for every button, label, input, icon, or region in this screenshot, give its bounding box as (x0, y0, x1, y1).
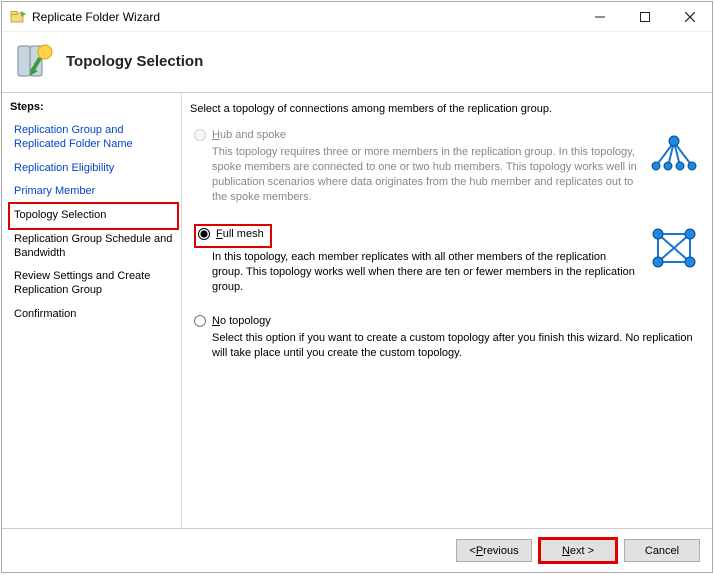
steps-sidebar: Steps: Replication Group and Replicated … (2, 93, 182, 528)
wizard-folder-icon (10, 9, 26, 25)
page-title: Topology Selection (66, 53, 203, 70)
radio-full-mesh[interactable] (198, 228, 210, 240)
steps-heading: Steps: (10, 101, 177, 113)
close-button[interactable] (667, 2, 712, 31)
no-topology-description: Select this option if you want to create… (194, 331, 700, 361)
step-schedule-bandwidth[interactable]: Replication Group Schedule and Bandwidth (10, 228, 177, 266)
topology-options: Hub and spoke This topology requires thr… (190, 129, 700, 377)
maximize-button[interactable] (622, 2, 667, 31)
instruction-text: Select a topology of connections among m… (190, 103, 700, 115)
radio-hub-label: Hub and spoke (212, 129, 286, 141)
previous-button[interactable]: < Previous (456, 539, 532, 562)
main-panel: Select a topology of connections among m… (182, 93, 712, 528)
full-mesh-highlight: Full mesh (194, 224, 272, 248)
option-full-mesh: Full mesh In this topology, each member … (194, 224, 700, 295)
radio-none-row[interactable]: No topology (194, 315, 700, 327)
full-mesh-description: In this topology, each member replicates… (194, 250, 638, 295)
option-full-text: Full mesh In this topology, each member … (194, 224, 638, 295)
wizard-window: Replicate Folder Wizard Topology Selecti… (1, 1, 713, 573)
step-confirmation[interactable]: Confirmation (10, 303, 177, 327)
wizard-header: Topology Selection (2, 32, 712, 93)
step-primary-member[interactable]: Primary Member (10, 180, 177, 204)
option-hub-and-spoke: Hub and spoke This topology requires thr… (194, 129, 700, 204)
window-controls (577, 2, 712, 31)
window-title: Replicate Folder Wizard (32, 10, 577, 24)
radio-none-label: No topology (212, 315, 271, 327)
radio-full-label: Full mesh (216, 228, 264, 240)
step-replication-eligibility[interactable]: Replication Eligibility (10, 157, 177, 181)
radio-full-row[interactable]: Full mesh (198, 228, 264, 240)
full-mesh-icon (648, 224, 700, 272)
topology-header-icon (14, 40, 56, 82)
titlebar: Replicate Folder Wizard (2, 2, 712, 32)
option-none-text: No topology Select this option if you wa… (194, 315, 700, 361)
radio-hub-row: Hub and spoke (194, 129, 638, 141)
hub-description: This topology requires three or more mem… (194, 145, 638, 204)
cancel-button[interactable]: Cancel (624, 539, 700, 562)
step-replication-group-name[interactable]: Replication Group and Replicated Folder … (10, 119, 177, 157)
step-topology-selection[interactable]: Topology Selection (10, 204, 177, 228)
wizard-body: Steps: Replication Group and Replicated … (2, 93, 712, 528)
wizard-footer: < Previous Next > Cancel (2, 528, 712, 572)
option-no-topology: No topology Select this option if you wa… (194, 315, 700, 361)
step-review-create[interactable]: Review Settings and Create Replication G… (10, 265, 177, 303)
option-hub-text: Hub and spoke This topology requires thr… (194, 129, 638, 204)
next-button[interactable]: Next > (540, 539, 616, 562)
hub-spoke-icon (648, 129, 700, 177)
radio-hub-and-spoke (194, 129, 206, 141)
radio-no-topology[interactable] (194, 315, 206, 327)
minimize-button[interactable] (577, 2, 622, 31)
